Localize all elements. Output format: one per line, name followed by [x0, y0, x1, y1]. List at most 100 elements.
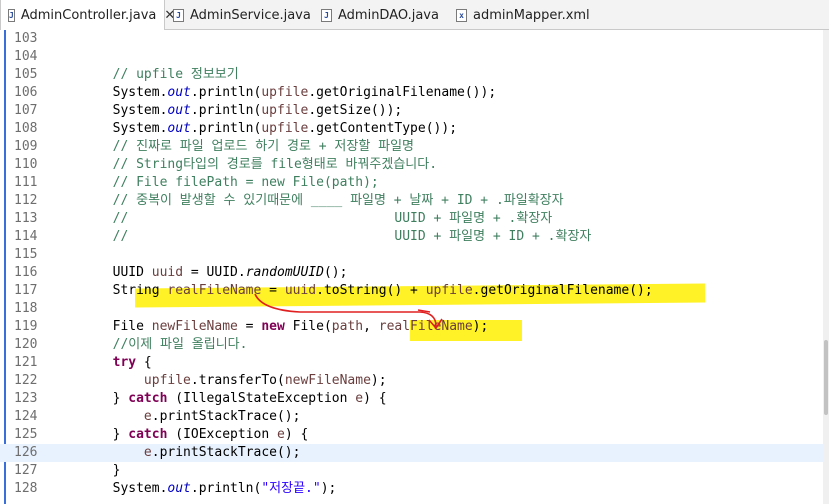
code-line[interactable]: 128 System.out.println("저장끝.");: [0, 480, 829, 498]
code-token: // upfile 정보보기: [112, 67, 239, 82]
code-line[interactable]: 119 File newFileName = new File(path, re…: [0, 318, 829, 336]
code-token: .toString() +: [316, 283, 426, 298]
tab-admin-mapper[interactable]: x adminMapper.xml: [449, 0, 599, 30]
code-token: e: [277, 427, 285, 442]
code-token: }: [50, 427, 129, 442]
code-token: uuid: [151, 265, 184, 280]
code-token: upfile: [261, 103, 309, 118]
code-token: }: [50, 391, 129, 406]
code-text: //이제 파일 올립니다.: [50, 336, 248, 354]
line-number: 122: [14, 373, 38, 388]
tab-admin-dao[interactable]: J AdminDAO.java: [314, 0, 449, 30]
code-line[interactable]: 104: [0, 48, 829, 66]
code-line[interactable]: 126 e.printStackTrace();: [0, 444, 829, 462]
code-line[interactable]: 103: [0, 30, 829, 48]
code-line[interactable]: 105 // upfile 정보보기: [0, 66, 829, 84]
code-token: ();: [323, 265, 348, 280]
code-token: .println(: [190, 103, 262, 118]
code-token: .getOriginalFilename();: [472, 283, 653, 298]
code-token: );: [320, 481, 337, 496]
code-line[interactable]: 124 e.printStackTrace();: [0, 408, 829, 426]
code-text: // String타입의 경로를 file형태로 바꿔주겠습니다.: [50, 156, 437, 174]
line-number: 106: [14, 85, 38, 100]
code-line[interactable]: 118: [0, 300, 829, 318]
code-token: String: [50, 283, 168, 298]
line-number: 114: [14, 229, 38, 244]
code-token: out: [167, 481, 191, 496]
code-line[interactable]: 123 } catch (IllegalStateException e) {: [0, 390, 829, 408]
tab-label: adminMapper.xml: [473, 7, 590, 23]
code-line[interactable]: 112 // 중복이 발생할 수 있기때문에 ____ 파일명 + 날짜 + I…: [0, 192, 829, 210]
code-token: "저장끝.": [261, 481, 321, 496]
tab-admin-controller[interactable]: J AdminController.java ✕: [0, 0, 175, 30]
code-line[interactable]: 107 System.out.println(upfile.getSize())…: [0, 102, 829, 120]
line-number: 123: [14, 391, 38, 406]
code-line[interactable]: 111 // File filePath = new File(path);: [0, 174, 829, 192]
tab-label: AdminService.java: [190, 7, 311, 23]
code-token: out: [167, 121, 191, 136]
code-line[interactable]: 116 UUID uuid = UUID.randomUUID();: [0, 264, 829, 282]
code-token: .printStackTrace();: [151, 409, 301, 424]
code-text: // UUID + 파일명 + .확장자: [50, 210, 553, 228]
line-number: 108: [14, 121, 38, 136]
code-token: realFileName: [378, 319, 473, 334]
code-line[interactable]: 117 String realFileName = uuid.toString(…: [0, 282, 829, 300]
code-line[interactable]: 127 }: [0, 462, 829, 480]
code-line[interactable]: 115: [0, 246, 829, 264]
line-number: 107: [14, 103, 38, 118]
code-text: System.out.println(upfile.getSize());: [50, 102, 403, 120]
tab-admin-service[interactable]: J AdminService.java: [166, 0, 316, 30]
code-token: e: [143, 409, 152, 424]
code-token: // File filePath = new File(path);: [112, 175, 379, 190]
code-token: =: [261, 283, 285, 298]
code-text: System.out.println("저장끝.");: [50, 480, 337, 498]
code-text: UUID uuid = UUID.randomUUID();: [50, 264, 348, 282]
code-token: .println(: [190, 121, 262, 136]
code-line[interactable]: 108 System.out.println(upfile.getContent…: [0, 120, 829, 138]
code-token: upfile: [143, 373, 191, 388]
code-token: // String타입의 경로를 file형태로 바꿔주겠습니다.: [112, 157, 438, 172]
code-text: String realFileName = uuid.toString() + …: [50, 282, 653, 300]
code-token: // UUID + 파일명 + .확장자: [112, 211, 553, 226]
code-text: // 진짜로 파일 업로드 하기 경로 + 저장할 파일명: [50, 138, 414, 156]
code-token: upfile: [261, 85, 309, 100]
line-number: 128: [14, 481, 38, 496]
code-token: (IllegalStateException: [167, 391, 356, 406]
tab-label: AdminController.java: [20, 7, 157, 23]
code-line[interactable]: 121 try {: [0, 354, 829, 372]
line-number: 120: [14, 337, 38, 352]
code-token: out: [167, 85, 191, 100]
code-token: realFileName: [167, 283, 262, 298]
code-line[interactable]: 114 // UUID + 파일명 + ID + .확장자: [0, 228, 829, 246]
code-token: .transferTo(: [190, 373, 285, 388]
code-token: // 중복이 발생할 수 있기때문에 ____ 파일명 + 날짜 + ID + …: [112, 193, 564, 208]
code-token: .println(: [190, 481, 262, 496]
line-number: 112: [14, 193, 38, 208]
code-token: .getContentType());: [308, 121, 458, 136]
code-line[interactable]: 109 // 진짜로 파일 업로드 하기 경로 + 저장할 파일명: [0, 138, 829, 156]
code-token: // 진짜로 파일 업로드 하기 경로 + 저장할 파일명: [112, 139, 414, 154]
code-line[interactable]: 122 upfile.transferTo(newFileName);: [0, 372, 829, 390]
code-token: );: [472, 319, 489, 334]
code-editor[interactable]: 103 104 105 // upfile 정보보기 106 System.out.p…: [0, 30, 829, 504]
code-token: newFileName: [151, 319, 238, 334]
code-text: }: [50, 462, 121, 480]
code-token: new: [261, 319, 285, 334]
code-token: catch: [128, 391, 168, 406]
xml-file-icon: x: [456, 8, 467, 22]
scrollbar-thumb[interactable]: [824, 340, 828, 415]
code-text: System.out.println(upfile.getContentType…: [50, 120, 457, 138]
code-token: upfile: [261, 121, 309, 136]
code-line[interactable]: 106 System.out.println(upfile.getOrigina…: [0, 84, 829, 102]
vertical-scrollbar[interactable]: [823, 30, 829, 504]
code-token: // UUID + 파일명 + ID + .확장자: [112, 229, 592, 244]
code-line[interactable]: 113 // UUID + 파일명 + .확장자: [0, 210, 829, 228]
code-line[interactable]: 125 } catch (IOException e) {: [0, 426, 829, 444]
code-line[interactable]: 120 //이제 파일 올립니다.: [0, 336, 829, 354]
code-line[interactable]: 110 // String타입의 경로를 file형태로 바꿔주겠습니다.: [0, 156, 829, 174]
